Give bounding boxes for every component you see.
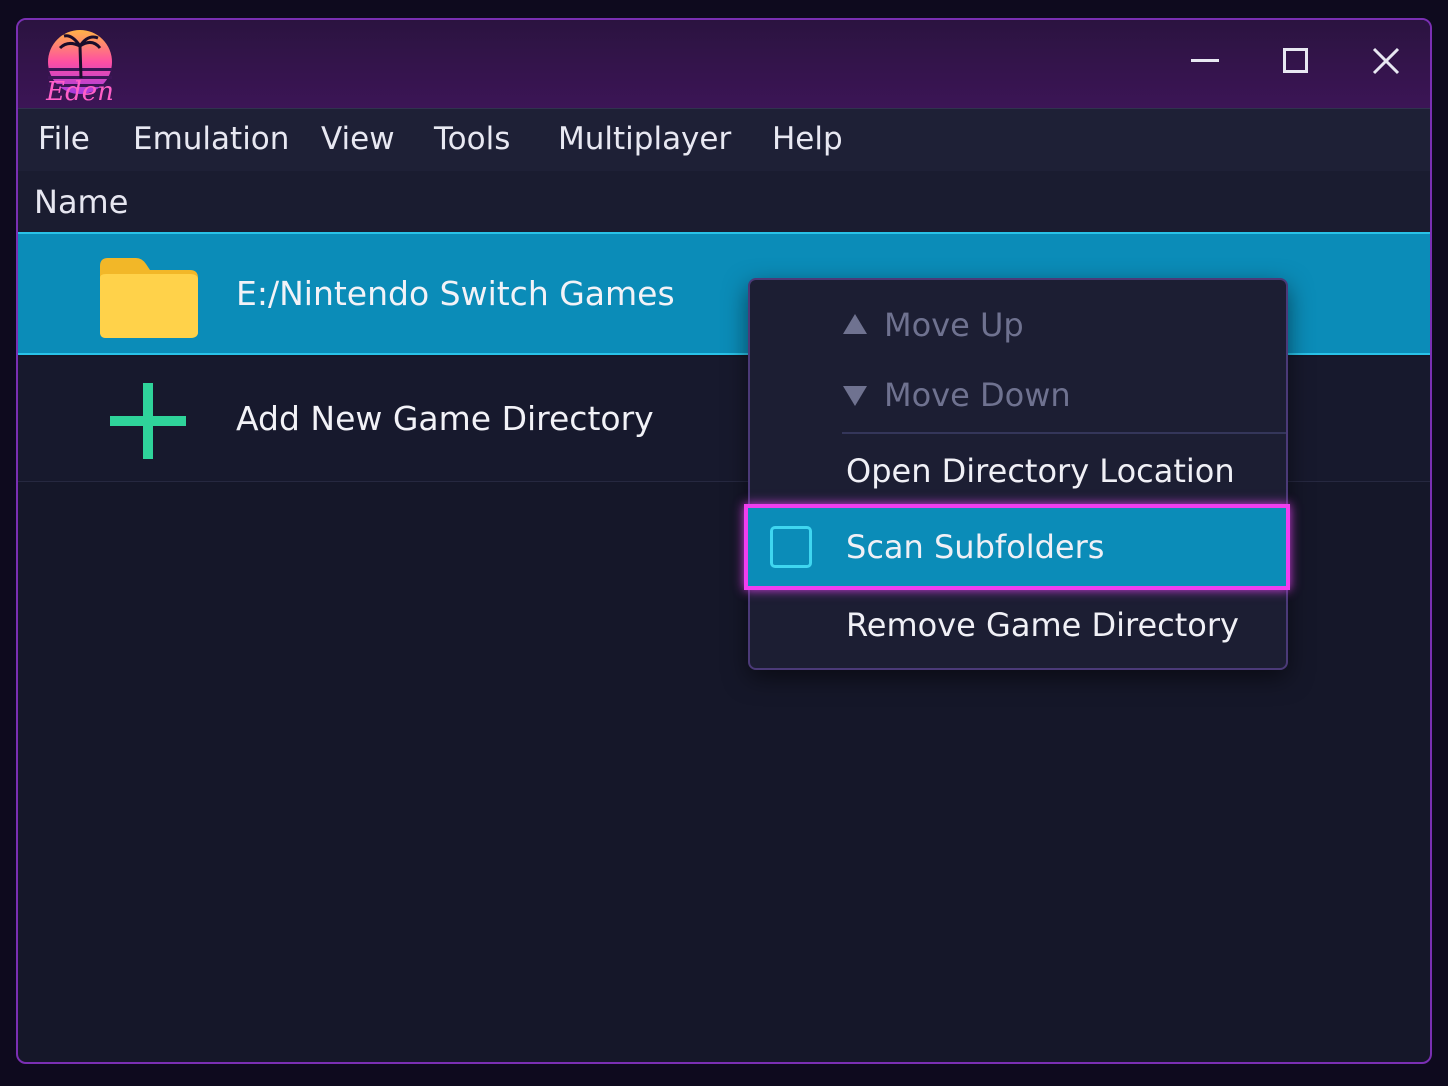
- maximize-icon: [1283, 48, 1308, 73]
- menu-item-open-directory-location[interactable]: Open Directory Location: [846, 452, 1235, 490]
- close-button[interactable]: [1356, 36, 1416, 86]
- game-directory-path: E:/Nintendo Switch Games: [236, 274, 675, 313]
- table-header: Name: [18, 171, 1430, 232]
- close-icon: [1372, 47, 1400, 75]
- context-menu: Move Up Move Down Open Directory Locatio…: [744, 278, 1290, 670]
- maximize-button[interactable]: [1266, 36, 1326, 86]
- minimize-icon: [1191, 59, 1219, 62]
- menu-emulation[interactable]: Emulation: [133, 121, 289, 157]
- column-header-name[interactable]: Name: [34, 183, 128, 221]
- scan-subfolders-label: Scan Subfolders: [846, 528, 1105, 566]
- minimize-button[interactable]: [1176, 36, 1236, 86]
- menu-item-remove-game-directory[interactable]: Remove Game Directory: [846, 606, 1239, 644]
- menu-item-move-up[interactable]: Move Up: [884, 306, 1024, 344]
- eden-logo: Eden: [45, 30, 114, 106]
- menu-item-scan-subfolders[interactable]: Scan Subfolders: [744, 504, 1290, 590]
- menu-help[interactable]: Help: [772, 121, 843, 157]
- triangle-down-icon: [843, 386, 867, 406]
- menu-file[interactable]: File: [38, 121, 90, 157]
- triangle-up-icon: [843, 314, 867, 334]
- add-directory-label: Add New Game Directory: [236, 399, 654, 438]
- plus-icon: [110, 383, 186, 459]
- menu-item-move-down[interactable]: Move Down: [884, 376, 1071, 414]
- title-bar: Eden: [18, 20, 1430, 108]
- menu-separator: [842, 432, 1286, 434]
- menu-bar: File Emulation View Tools Multiplayer He…: [18, 108, 1430, 172]
- menu-tools[interactable]: Tools: [434, 121, 510, 157]
- menu-view[interactable]: View: [321, 121, 395, 157]
- scan-subfolders-checkbox[interactable]: [770, 526, 812, 568]
- svg-text:Eden: Eden: [45, 77, 114, 106]
- folder-icon: [100, 258, 198, 338]
- app-window: Eden File Emulation View Tools Multiplay…: [16, 18, 1432, 1064]
- menu-multiplayer[interactable]: Multiplayer: [558, 121, 731, 157]
